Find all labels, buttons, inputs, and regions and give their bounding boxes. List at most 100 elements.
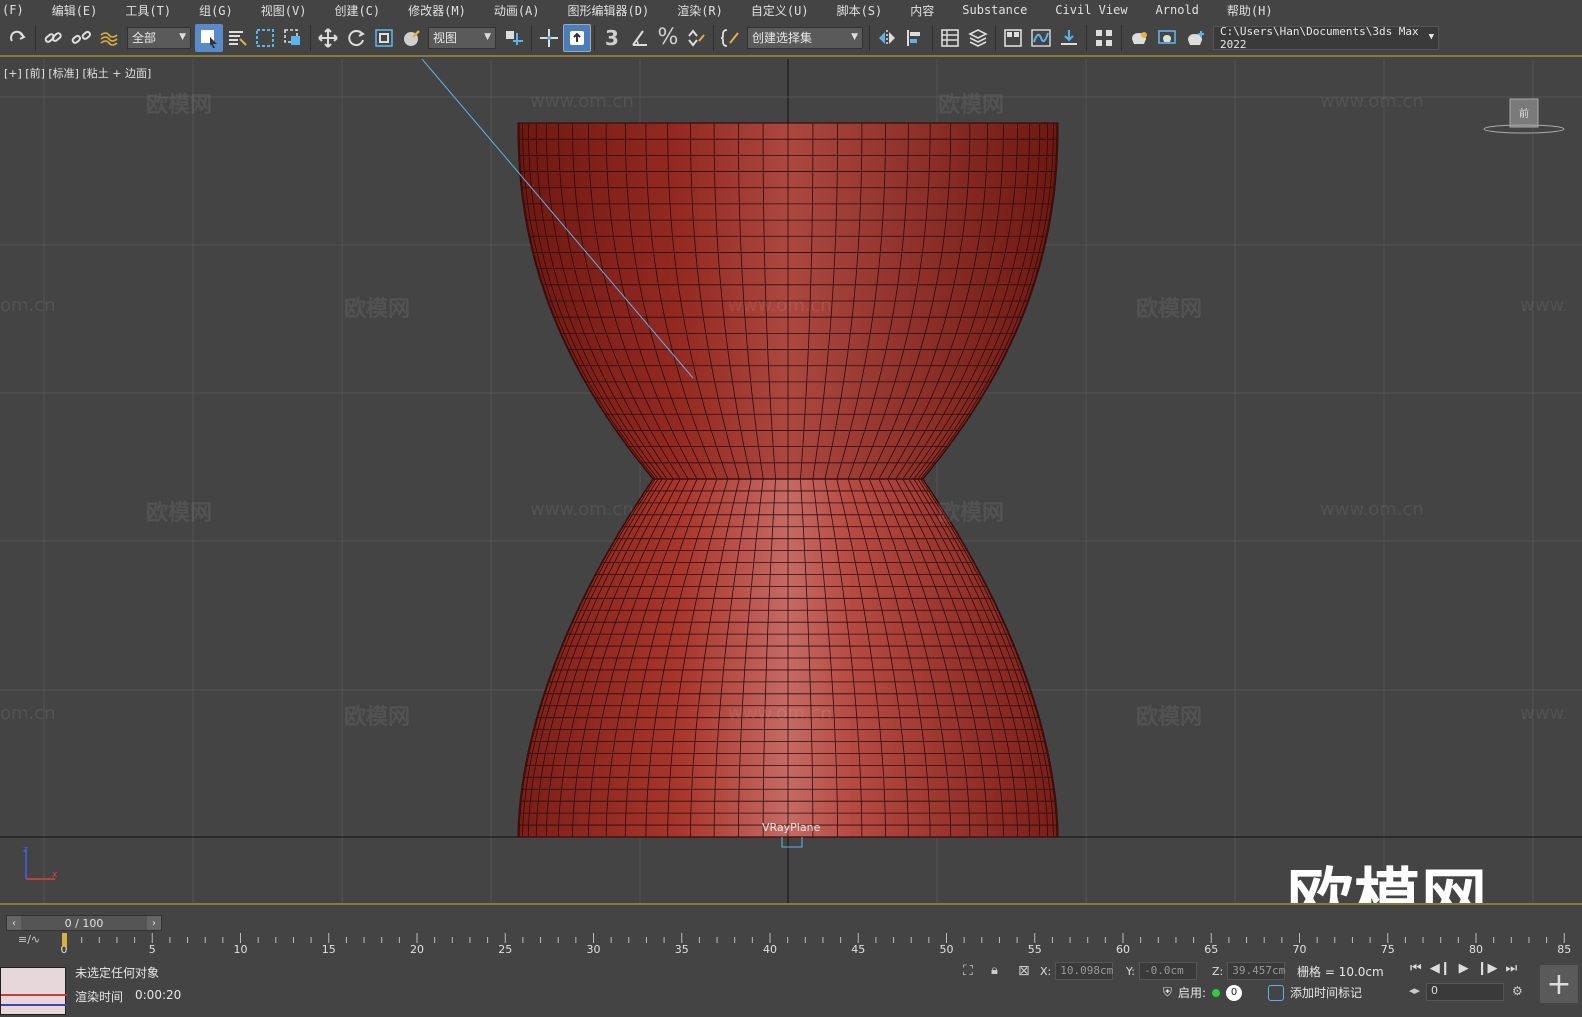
redo-icon[interactable] — [4, 24, 32, 52]
track-bar-tick-label: 10 — [233, 943, 248, 956]
z-label: Z: — [1212, 964, 1224, 978]
front-viewport[interactable]: 前 z x [+] [前] [标准] [粘土 + 边面] 欧模网 www.om.… — [0, 59, 1582, 905]
window-crossing-icon[interactable] — [279, 24, 307, 52]
go-to-end-icon[interactable]: ⏭ — [1505, 961, 1517, 976]
schematic-view-icon[interactable] — [1055, 24, 1083, 52]
time-cursor[interactable] — [62, 933, 67, 947]
menu-customize[interactable]: 自定义(U) — [751, 2, 809, 19]
menu-modifiers[interactable]: 修改器(M) — [408, 2, 466, 19]
y-field[interactable]: -0.0cm — [1138, 962, 1197, 980]
material-editor-icon[interactable] — [1090, 24, 1118, 52]
time-config-icon[interactable]: ⚙ — [1512, 984, 1523, 998]
scale-icon[interactable] — [370, 24, 398, 52]
select-by-name-icon[interactable] — [223, 24, 251, 52]
watermark-url: www.om.cn — [530, 91, 634, 112]
project-path-field[interactable]: C:\Users\Han\Documents\3ds Max 2022 ▼ — [1213, 25, 1439, 51]
bind-space-warp-icon[interactable] — [95, 24, 123, 52]
x-field[interactable]: 10.098cm — [1055, 962, 1114, 980]
isolate-selection-icon[interactable]: ⛶ — [963, 963, 973, 979]
menu-tools[interactable]: 工具(T) — [125, 2, 171, 19]
watermark-brand: 欧模网 — [344, 297, 411, 322]
next-frame-icon[interactable]: › — [147, 916, 161, 930]
mini-curve-editor-icon[interactable]: ≡∕∿ — [18, 933, 40, 946]
add-time-tag[interactable]: 添加时间标记 — [1268, 984, 1362, 1001]
layer-explorer-icon[interactable] — [964, 24, 992, 52]
rectangular-selection-icon[interactable] — [251, 24, 279, 52]
track-bar-tick-label: 55 — [1027, 943, 1042, 956]
menu-group[interactable]: 组(G) — [199, 2, 233, 19]
placement-icon[interactable] — [398, 24, 426, 52]
toggle-ribbon-icon[interactable] — [999, 24, 1027, 52]
go-to-start-icon[interactable]: ⏮ — [1410, 961, 1422, 976]
frame-counter: 0 / 100 — [64, 916, 104, 930]
menu-bar: (F) 编辑(E) 工具(T) 组(G) 视图(V) 创建(C) 修改器(M) … — [0, 0, 1582, 20]
named-selection-dropdown[interactable]: 创建选择集 ▼ — [747, 26, 863, 49]
link-icon[interactable] — [39, 24, 67, 52]
track-bar[interactable]: 0 5 10 15 20 25 30 35 40 45 50 55 60 65 70 75 80 85 — [60, 933, 1582, 956]
menu-arnold[interactable]: Arnold — [1156, 3, 1199, 17]
snaps-toggle-icon[interactable]: 3 — [598, 24, 626, 52]
vase-mesh[interactable] — [517, 122, 1059, 838]
viewport-label[interactable]: [+] [前] [标准] [粘土 + 边面] — [4, 65, 151, 81]
absolute-mode-icon[interactable]: ⊠ — [1018, 963, 1030, 979]
keyboard-shortcut-override-icon[interactable] — [563, 23, 591, 52]
menu-civil-view[interactable]: Civil View — [1055, 3, 1127, 17]
enable-label: 启用: — [1178, 986, 1207, 1000]
adaptive-degradation[interactable]: ⛨ 启用: 0 — [1163, 984, 1243, 1001]
previous-key-icon[interactable]: ◀❙ — [1430, 961, 1451, 976]
rotate-icon[interactable] — [342, 24, 370, 52]
key-mode-icon[interactable]: ◂▸ — [1409, 984, 1420, 997]
menu-content[interactable]: 内容 — [910, 2, 934, 19]
vray-plane-gizmo[interactable] — [781, 837, 803, 848]
edit-named-selection-icon[interactable] — [717, 24, 745, 52]
toolbar-separator — [932, 24, 933, 51]
move-icon[interactable] — [314, 24, 342, 52]
select-manipulate-icon[interactable] — [535, 24, 563, 52]
watermark-url-edge: www. — [1520, 295, 1569, 316]
maxscript-listener-mini[interactable] — [0, 967, 67, 1015]
watermark-url: www.om.cn — [1320, 91, 1424, 112]
angle-snap-icon[interactable] — [626, 24, 654, 52]
menu-substance[interactable]: Substance — [962, 3, 1027, 17]
menu-edit[interactable]: 编辑(E) — [52, 2, 98, 19]
unlink-icon[interactable] — [67, 24, 95, 52]
menu-help[interactable]: 帮助(H) — [1227, 2, 1273, 19]
track-bar-tick-label: 65 — [1204, 943, 1219, 956]
scene-explorer-icon[interactable] — [936, 24, 964, 52]
render-setup-icon[interactable] — [1125, 24, 1153, 52]
menu-animation[interactable]: 动画(A) — [494, 2, 540, 19]
status-bar: 未选定任何对象 渲染时间 0:00:20 ⛶ 🔒︎ ⊠ X: 10.098cm … — [0, 961, 1582, 1017]
align-icon[interactable] — [901, 24, 929, 52]
previous-frame-icon[interactable]: ‹ — [7, 916, 21, 930]
pivot-center-icon[interactable] — [500, 24, 528, 52]
chevron-down-icon: ▼ — [1428, 31, 1434, 42]
selection-filter-dropdown[interactable]: 全部 ▼ — [127, 26, 191, 49]
z-coordinate: Z: 39.457cm — [1212, 962, 1286, 980]
menu-file[interactable]: (F) — [2, 3, 24, 17]
viewcube[interactable]: 前 — [1483, 98, 1565, 134]
rendered-frame-window-icon[interactable] — [1153, 24, 1181, 52]
menu-graph-editors[interactable]: 图形编辑器(D) — [568, 2, 650, 19]
z-field[interactable]: 39.457cm — [1227, 962, 1286, 980]
reference-coordinate-dropdown[interactable]: 视图 ▼ — [428, 26, 496, 49]
current-frame-field[interactable]: 0 — [1426, 983, 1504, 1001]
time-slider[interactable]: ‹ 0 / 100 › — [6, 915, 162, 931]
percent-snap-icon[interactable]: % — [654, 24, 682, 52]
selection-lock-icon[interactable]: 🔒︎ — [991, 963, 998, 978]
curve-editor-icon[interactable] — [1027, 24, 1055, 52]
menu-views[interactable]: 视图(V) — [261, 2, 307, 19]
render-production-icon[interactable] — [1181, 24, 1209, 52]
menu-rendering[interactable]: 渲染(R) — [677, 2, 723, 19]
play-icon[interactable]: ▶ — [1459, 961, 1469, 976]
menu-create[interactable]: 创建(C) — [334, 2, 380, 19]
menu-scripting[interactable]: 脚本(S) — [837, 2, 883, 19]
toolbar-separator — [310, 24, 311, 51]
mirror-icon[interactable] — [873, 24, 901, 52]
selection-status: 未选定任何对象 — [75, 966, 160, 980]
next-key-icon[interactable]: ❙▶ — [1477, 961, 1498, 976]
spinner-snap-icon[interactable] — [682, 24, 710, 52]
track-bar-tick-label: 15 — [321, 943, 336, 956]
vray-plane-label[interactable]: VRayPlane — [762, 821, 820, 834]
select-object-icon[interactable] — [195, 23, 223, 52]
create-panel-button[interactable]: + — [1540, 965, 1578, 1003]
